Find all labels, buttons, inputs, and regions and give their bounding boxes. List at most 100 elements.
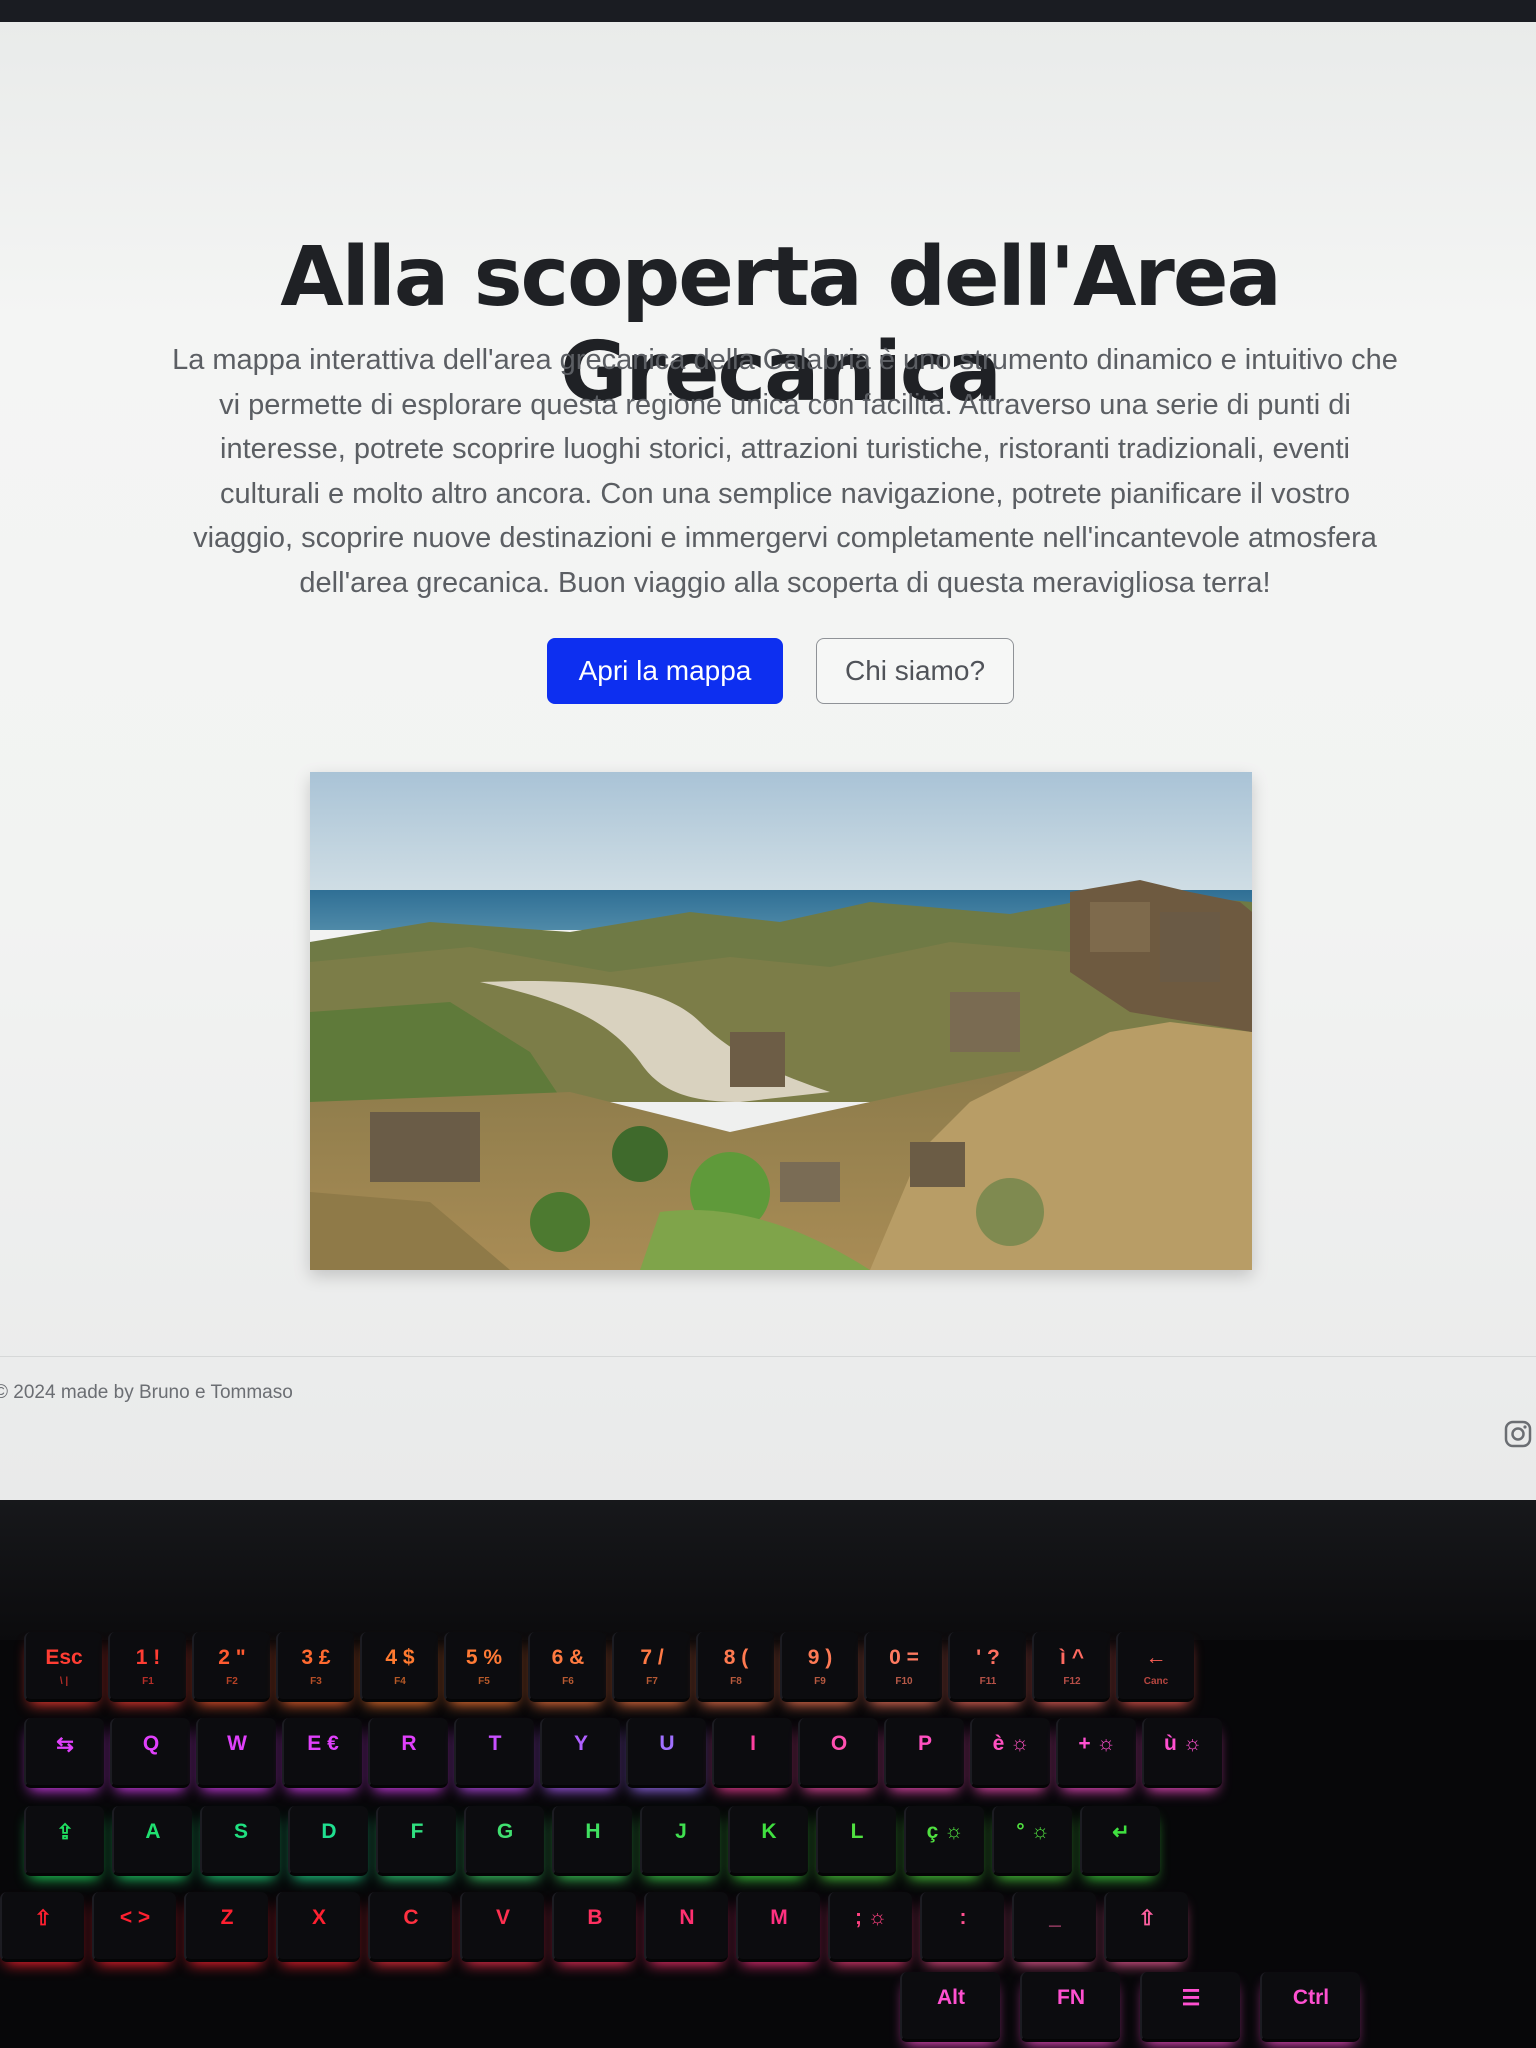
- key-row4-1: < >: [92, 1892, 176, 1962]
- key-label: B: [587, 1906, 603, 1929]
- key-label: ç ☼: [926, 1820, 964, 1843]
- key-label: F: [410, 1820, 424, 1843]
- key-row2-12: + ☼: [1056, 1718, 1136, 1788]
- key-row2-3: E €: [282, 1718, 362, 1788]
- key-sublabel: F2: [226, 1676, 238, 1687]
- key-label: 8 (: [723, 1646, 749, 1669]
- key-row5-0: Alt: [900, 1972, 1000, 2042]
- key-label: Y: [573, 1732, 588, 1755]
- key-row3-11: ° ☼: [992, 1806, 1072, 1876]
- key-row1-7: 7 / F7: [612, 1632, 690, 1702]
- key-label: N: [679, 1906, 695, 1929]
- key-row2-6: Y: [540, 1718, 620, 1788]
- key-row4-10: :: [920, 1892, 1004, 1962]
- key-label: ì ^: [1060, 1646, 1084, 1669]
- key-label: 0 =: [889, 1646, 919, 1669]
- key-row4-8: M: [736, 1892, 820, 1962]
- key-label: 3 £: [301, 1646, 331, 1669]
- key-sublabel: F5: [478, 1676, 490, 1687]
- key-label: ; ☼: [854, 1906, 888, 1929]
- key-label: 4 $: [385, 1646, 415, 1669]
- key-label: 2 ": [218, 1646, 246, 1669]
- key-row1-0: Esc \ |: [24, 1632, 102, 1702]
- key-label: ⇧: [1138, 1907, 1156, 1930]
- key-row1-8: 8 (F8: [696, 1632, 774, 1702]
- key-row3-3: D: [288, 1806, 368, 1876]
- key-row2-10: P: [884, 1718, 964, 1788]
- key-label: Alt: [937, 1986, 965, 2009]
- key-label: H: [585, 1820, 601, 1843]
- key-row2-13: ù ☼: [1142, 1718, 1222, 1788]
- key-sublabel: F9: [814, 1676, 826, 1687]
- key-row1-3: 3 £ F3: [276, 1632, 354, 1702]
- key-label: ☰: [1181, 1987, 1201, 2010]
- key-row1-1: 1 ! F1: [108, 1632, 186, 1702]
- key-row4-7: N: [644, 1892, 728, 1962]
- key-label: ' ?: [976, 1646, 1000, 1669]
- key-label: Q: [142, 1732, 160, 1755]
- key-row3-9: L: [816, 1806, 896, 1876]
- key-row4-12: ⇧: [1104, 1892, 1188, 1962]
- landscape-photo: [310, 772, 1252, 1270]
- key-row1-6: 6 & F6: [528, 1632, 606, 1702]
- key-label: ↵: [1112, 1821, 1130, 1844]
- key-row4-3: X: [276, 1892, 360, 1962]
- key-label: O: [830, 1732, 848, 1755]
- key-label: U: [659, 1732, 675, 1755]
- key-label: M: [770, 1906, 788, 1929]
- key-row4-9: ; ☼: [828, 1892, 912, 1962]
- rgb-keyboard: Esc \ | 1 ! F1 2 " F2 3 £ F3 4 $ F4 5 % F5 6 & F6 7 / F…: [0, 1600, 1536, 2048]
- key-sublabel: F7: [646, 1676, 658, 1687]
- key-row2-8: I: [712, 1718, 792, 1788]
- key-label: _: [1049, 1906, 1061, 1929]
- key-row1-9: 9 ) F9: [780, 1632, 858, 1702]
- footer-divider: [0, 1356, 1536, 1357]
- key-sublabel: F3: [310, 1676, 322, 1687]
- key-row1-12: ì ^ F12: [1032, 1632, 1110, 1702]
- key-label: 1 !: [135, 1646, 161, 1669]
- key-label: R: [401, 1732, 417, 1755]
- key-label: ←: [1145, 1646, 1167, 1669]
- key-label: ° ☼: [1016, 1820, 1050, 1843]
- open-map-button[interactable]: Apri la mappa: [547, 638, 783, 704]
- key-row1-4: 4 $ F4: [360, 1632, 438, 1702]
- key-sublabel: F1: [142, 1676, 154, 1687]
- key-row2-11: è ☼: [970, 1718, 1050, 1788]
- key-label: J: [675, 1820, 687, 1843]
- key-label: 6 &: [551, 1646, 585, 1669]
- key-label: ⇪: [56, 1821, 74, 1844]
- instagram-icon[interactable]: [1504, 1420, 1532, 1448]
- key-label: D: [321, 1820, 337, 1843]
- key-row1-2: 2 " F2: [192, 1632, 270, 1702]
- key-row3-12: ↵: [1080, 1806, 1160, 1876]
- key-row2-9: O: [798, 1718, 878, 1788]
- key-label: W: [227, 1732, 247, 1755]
- key-label: C: [403, 1906, 419, 1929]
- key-label: è ☼: [992, 1732, 1030, 1755]
- key-sublabel: F11: [979, 1676, 997, 1687]
- key-row1-5: 5 % F5: [444, 1632, 522, 1702]
- key-label: E €: [307, 1732, 339, 1755]
- key-row1-13: ← Canc: [1116, 1632, 1194, 1702]
- key-label: Ctrl: [1292, 1986, 1330, 2009]
- key-sublabel: F4: [394, 1676, 406, 1687]
- monitor-bezel-top: [0, 0, 1536, 22]
- key-label: < >: [119, 1906, 151, 1929]
- key-label: I: [750, 1732, 756, 1755]
- key-row5-1: FN: [1020, 1972, 1120, 2042]
- key-row3-8: K: [728, 1806, 808, 1876]
- about-us-button[interactable]: Chi siamo?: [816, 638, 1014, 704]
- key-label: Esc: [45, 1646, 83, 1669]
- landscape-illustration: [310, 772, 1252, 1270]
- intro-paragraph: La mappa interattiva dell'area grecanica…: [172, 344, 1398, 599]
- key-label: P: [917, 1732, 932, 1755]
- key-row2-5: T: [454, 1718, 534, 1788]
- key-row1-11: ' ? F11: [948, 1632, 1026, 1702]
- key-row2-7: U: [626, 1718, 706, 1788]
- key-label: 5 %: [465, 1646, 503, 1669]
- key-row2-0: ⇆: [24, 1718, 104, 1788]
- key-sublabel: \ |: [59, 1676, 69, 1687]
- key-label: FN: [1057, 1986, 1085, 2009]
- key-row3-2: S: [200, 1806, 280, 1876]
- key-row5-2: ☰: [1140, 1972, 1240, 2042]
